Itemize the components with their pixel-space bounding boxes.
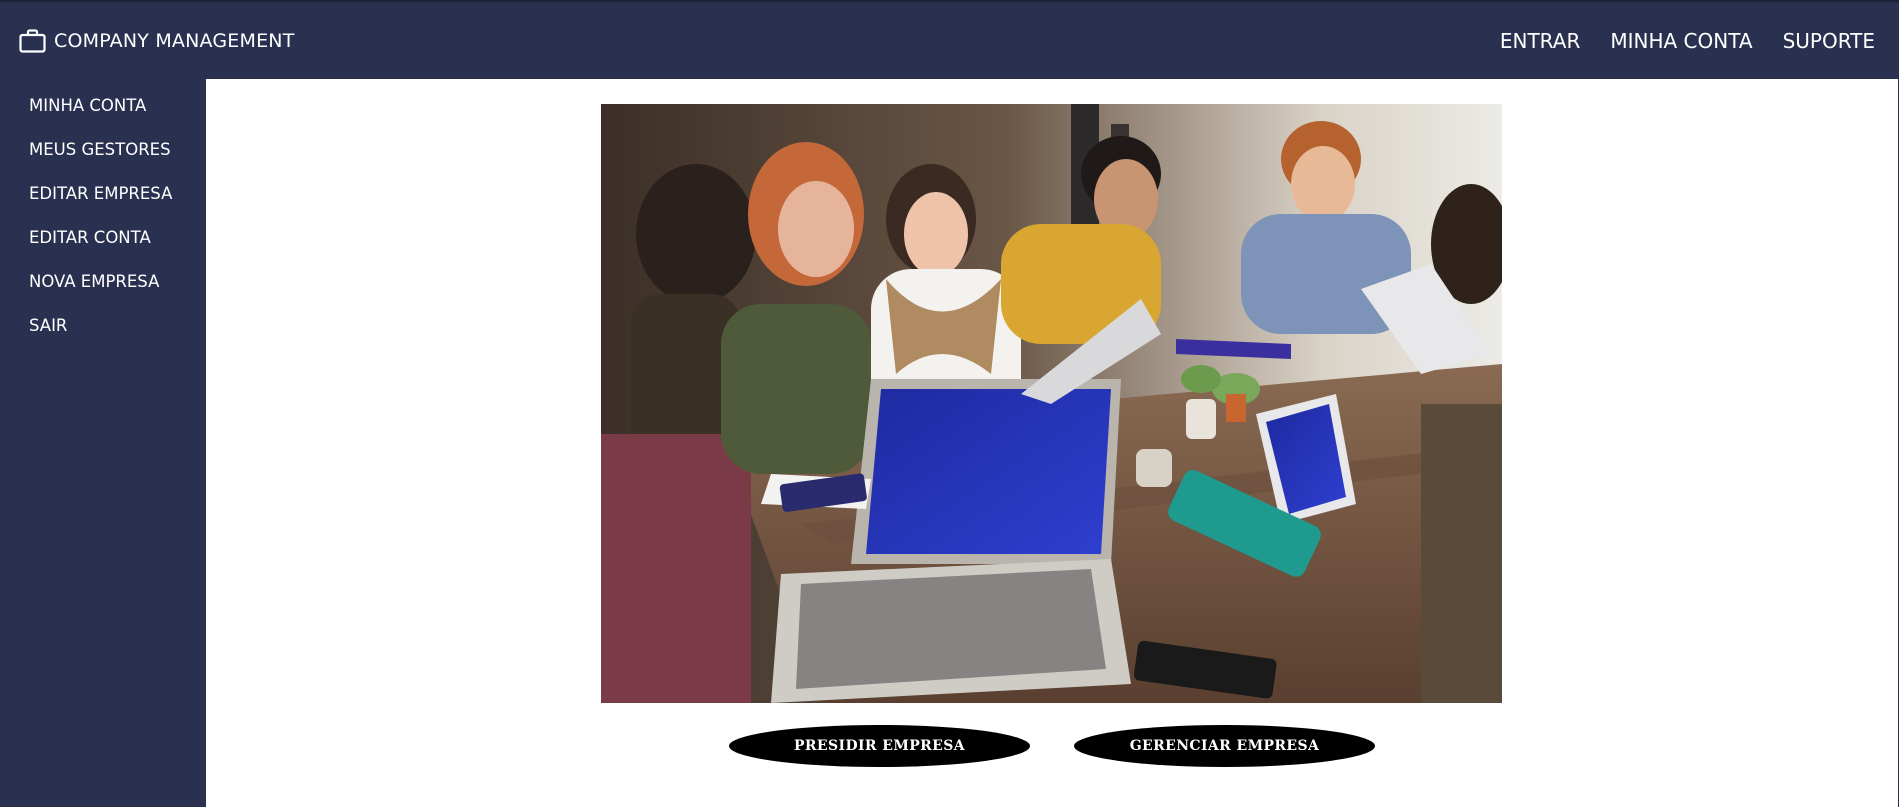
gerenciar-empresa-button[interactable]: GERENCIAR EMPRESA <box>1074 725 1375 767</box>
presidir-empresa-button[interactable]: PRESIDIR EMPRESA <box>729 725 1030 767</box>
team-meeting-photo <box>601 104 1502 703</box>
top-navbar: COMPANY MANAGEMENT ENTRAR MINHA CONTA SU… <box>0 0 1899 79</box>
sidebar-item-editar-empresa[interactable]: EDITAR EMPRESA <box>29 172 206 216</box>
brand[interactable]: COMPANY MANAGEMENT <box>19 28 295 53</box>
nav-link-minha-conta[interactable]: MINHA CONTA <box>1610 29 1752 53</box>
main-content: PRESIDIR EMPRESA GERENCIAR EMPRESA <box>206 79 1898 807</box>
nav-link-suporte[interactable]: SUPORTE <box>1783 29 1875 53</box>
nav-link-entrar[interactable]: ENTRAR <box>1500 29 1580 53</box>
top-nav-links: ENTRAR MINHA CONTA SUPORTE <box>1470 29 1875 53</box>
brand-label: COMPANY MANAGEMENT <box>54 29 295 52</box>
sidebar-item-sair[interactable]: SAIR <box>29 304 206 348</box>
sidebar-item-editar-conta[interactable]: EDITAR CONTA <box>29 216 206 260</box>
sidebar-item-meus-gestores[interactable]: MEUS GESTORES <box>29 128 206 172</box>
sidebar: MINHA CONTA MEUS GESTORES EDITAR EMPRESA… <box>0 79 206 807</box>
sidebar-item-nova-empresa[interactable]: NOVA EMPRESA <box>29 260 206 304</box>
briefcase-icon <box>19 28 46 53</box>
sidebar-item-minha-conta[interactable]: MINHA CONTA <box>29 84 206 128</box>
